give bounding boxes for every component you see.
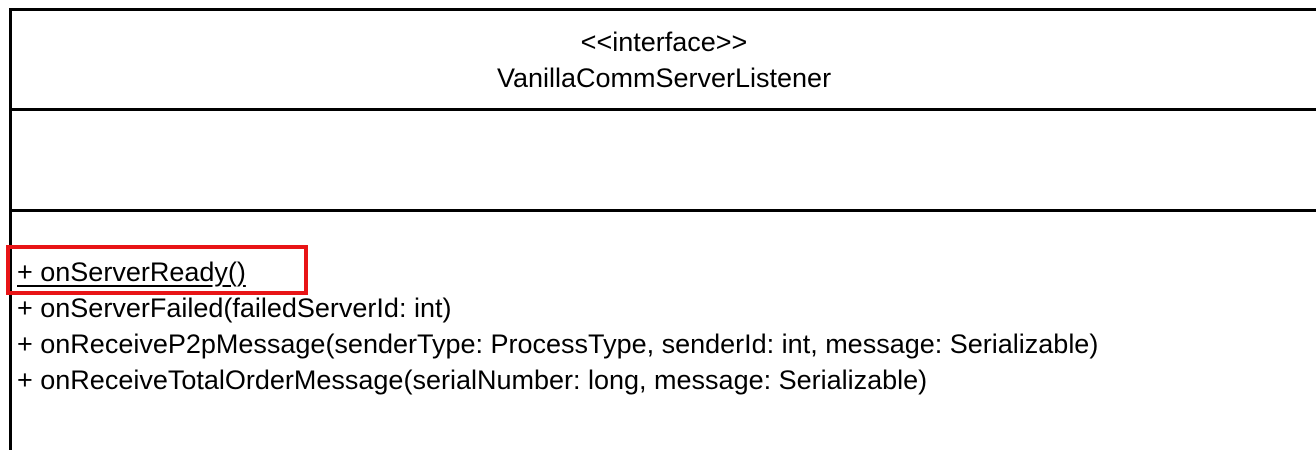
class-header: <<interface>> VanillaCommServerListener <box>12 11 1316 108</box>
method-on-receive-total-order-message[interactable]: + onReceiveTotalOrderMessage(serialNumbe… <box>17 362 1316 398</box>
uml-class-diagram: <<interface>> VanillaCommServerListener … <box>0 0 1316 450</box>
method-text: + onServerReady() <box>17 257 246 287</box>
compartment-divider-2 <box>9 209 1316 212</box>
attributes-compartment <box>12 111 1316 209</box>
methods-compartment: + onServerReady() + onServerFailed(faile… <box>17 254 1316 398</box>
method-on-server-ready[interactable]: + onServerReady() <box>17 254 1316 290</box>
method-text: + onReceiveP2pMessage(senderType: Proces… <box>17 329 1099 359</box>
stereotype-label: <<interface>> <box>580 26 748 57</box>
method-text: + onReceiveTotalOrderMessage(serialNumbe… <box>17 365 928 395</box>
method-on-receive-p2p-message[interactable]: + onReceiveP2pMessage(senderType: Proces… <box>17 326 1316 362</box>
class-name: VanillaCommServerListener <box>496 62 832 93</box>
method-text: + onServerFailed(failedServerId: int) <box>17 293 452 323</box>
method-on-server-failed[interactable]: + onServerFailed(failedServerId: int) <box>17 290 1316 326</box>
